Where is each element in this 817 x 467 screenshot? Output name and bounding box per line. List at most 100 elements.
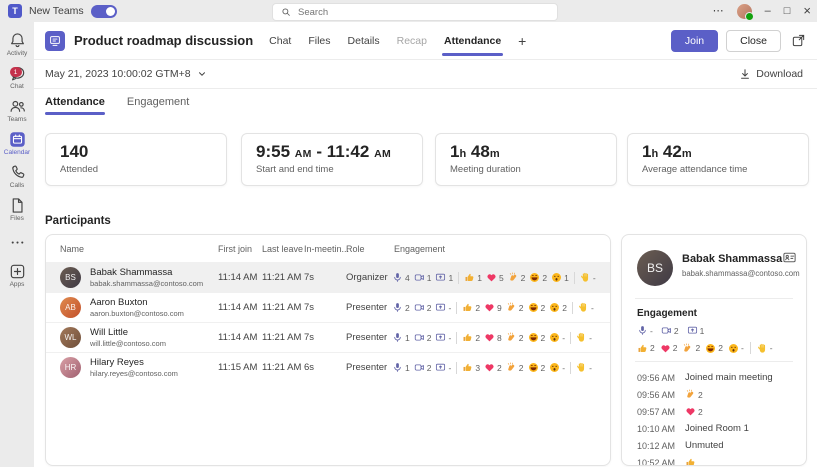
table-row[interactable]: WLWill Littlewill.little@contoso.com11:1… — [46, 322, 610, 352]
teams-window: T New Teams ⋯ – □ × Activity1ChatTeamsCa… — [0, 0, 817, 467]
raised-hand-icon — [580, 272, 591, 283]
first-join-cell: 11:14 AM — [218, 293, 257, 322]
like-icon — [462, 302, 473, 313]
minimize-button[interactable]: – — [765, 0, 771, 22]
avatar: WL — [60, 327, 81, 348]
camera-chip: 2 — [414, 302, 432, 313]
table-header: NameFirst joinLast leaveIn-meetin...Role… — [46, 235, 610, 262]
main-area: Product roadmap discussion Chat Files Deta… — [34, 22, 817, 467]
engagement-count: 2 — [673, 343, 678, 353]
timeline-text: Unmuted — [685, 440, 724, 451]
card-value: 1h 42m — [642, 142, 794, 162]
engagement-count: 2 — [405, 303, 410, 313]
share-chip: 1 — [435, 272, 453, 283]
pop-out-icon[interactable] — [789, 32, 807, 50]
subtab-attendance[interactable]: Attendance — [45, 96, 105, 115]
tab-recap[interactable]: Recap — [397, 22, 427, 59]
role-cell: Presenter — [346, 353, 387, 382]
surprised-chip: - — [728, 343, 744, 354]
role-cell: Organizer — [346, 263, 388, 292]
like-icon — [464, 272, 475, 283]
participant-email: babak.shammassa@contoso.com — [90, 279, 203, 288]
surprised-icon — [728, 343, 739, 354]
clap-icon — [685, 389, 696, 400]
new-teams-toggle[interactable] — [91, 5, 117, 18]
mic-icon — [392, 332, 403, 343]
engagement-count: - — [589, 363, 592, 373]
engagement-count: 2 — [519, 303, 524, 313]
raised-hand-chip: - — [576, 362, 592, 373]
heart-chip: 8 — [484, 332, 502, 343]
download-button[interactable]: Download — [739, 68, 803, 80]
timeline-entry: 10:12 AMUnmuted — [637, 437, 798, 454]
table-row[interactable]: BSBabak Shammassababak.shammassa@contoso… — [46, 262, 610, 292]
sidebar-item-teams[interactable]: Teams — [0, 94, 34, 127]
contact-card-icon[interactable] — [782, 250, 797, 265]
teams-logo-icon: T — [8, 4, 22, 18]
join-button[interactable]: Join — [671, 30, 718, 52]
sidebar-item-calendar[interactable]: Calendar — [0, 127, 34, 160]
clap-chip: 2 — [682, 343, 700, 354]
participant-detail-panel: BS Babak Shammassa babak.shammassa@conto… — [621, 234, 807, 466]
clap-chip: 2 — [508, 272, 526, 283]
engagement-count: 5 — [499, 273, 504, 283]
role-cell: Presenter — [346, 323, 387, 352]
heart-icon — [484, 362, 495, 373]
divider — [570, 362, 571, 374]
table-row[interactable]: HRHilary Reyeshilary.reyes@contoso.com11… — [46, 352, 610, 382]
search-input[interactable] — [296, 6, 549, 19]
close-window-button[interactable]: × — [803, 0, 811, 22]
subtab-engagement[interactable]: Engagement — [127, 96, 189, 115]
raised-hand-icon — [576, 362, 587, 373]
share-chip: - — [435, 302, 451, 313]
divider — [572, 302, 573, 314]
sidebar-item-more[interactable] — [0, 226, 34, 259]
tab-add[interactable]: + — [518, 22, 526, 59]
sidebar-item-chat[interactable]: 1Chat — [0, 61, 34, 94]
new-teams-label: New Teams — [29, 5, 84, 17]
table-row[interactable]: ABAaron Buxtonaaron.buxton@contoso.com11… — [46, 292, 610, 322]
sidebar-item-activity[interactable]: Activity — [0, 28, 34, 61]
engagement-count: 2 — [541, 333, 546, 343]
heart-chip: 5 — [486, 272, 504, 283]
surprised-chip: - — [549, 362, 565, 373]
session-selector[interactable]: May 21, 2023 10:00:02 GTM+8 — [45, 68, 207, 80]
like-chip: 2 — [637, 343, 655, 354]
card-value: 1h 48m — [450, 142, 602, 162]
engagement-count: - — [448, 363, 451, 373]
clap-icon — [506, 302, 517, 313]
tab-attendance[interactable]: Attendance — [444, 22, 501, 59]
sidebar-item-apps[interactable]: Apps — [0, 259, 34, 292]
meeting-title: Product roadmap discussion — [74, 33, 253, 48]
close-button[interactable]: Close — [726, 30, 781, 52]
clap-chip: 2 — [506, 332, 524, 343]
participants-table: NameFirst joinLast leaveIn-meetin...Role… — [45, 234, 611, 466]
engagement-count: 2 — [695, 343, 700, 353]
participant-name: Babak Shammassa — [90, 267, 172, 278]
tab-files[interactable]: Files — [308, 22, 330, 59]
maximize-button[interactable]: □ — [784, 0, 791, 22]
tab-details[interactable]: Details — [348, 22, 380, 59]
mic-icon — [392, 362, 403, 373]
sidebar-item-label: Calls — [10, 182, 24, 189]
sidebar-item-files[interactable]: Files — [0, 193, 34, 226]
timeline-time: 09:56 AM — [637, 373, 685, 383]
participant-name: Will Little — [90, 327, 128, 338]
divider — [574, 272, 575, 284]
sidebar-item-calls[interactable]: Calls — [0, 160, 34, 193]
engagement-count: 1 — [427, 273, 432, 283]
engagement-count: 1 — [405, 333, 410, 343]
more-options-icon[interactable]: ⋯ — [713, 0, 724, 22]
surprised-chip: 2 — [549, 302, 567, 313]
camera-chip: 2 — [414, 362, 432, 373]
like-chip: 1 — [464, 272, 482, 283]
camera-chip: 1 — [414, 272, 432, 283]
tab-chat[interactable]: Chat — [269, 22, 291, 59]
timeline-time: 09:57 AM — [637, 407, 685, 417]
laugh-chip: 2 — [528, 302, 546, 313]
engagement-cell: 22-29222- — [392, 293, 594, 322]
user-avatar[interactable] — [737, 4, 752, 19]
search-bar[interactable] — [272, 3, 558, 21]
first-join-cell: 11:14 AM — [218, 263, 257, 292]
participant-name: Aaron Buxton — [90, 297, 148, 308]
